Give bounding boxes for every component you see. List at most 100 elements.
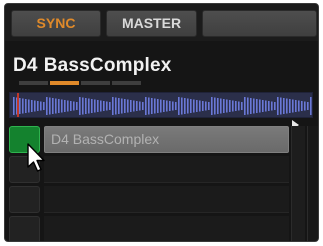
page-indicator	[5, 81, 318, 85]
sample-slot-2[interactable]	[44, 156, 289, 183]
waveform-bar	[241, 102, 243, 110]
waveform-bar	[259, 99, 261, 113]
waveform-bar	[151, 98, 153, 114]
waveform-bar	[91, 99, 93, 113]
waveform-bar	[187, 98, 189, 114]
slot-trigger-button-4[interactable]	[9, 216, 40, 241]
mouse-pointer-icon	[27, 143, 45, 172]
waveform-bar	[205, 101, 207, 111]
waveform-bar	[208, 102, 210, 110]
waveform-bar	[172, 101, 174, 111]
waveform-bar	[109, 102, 111, 110]
waveform-bar	[166, 100, 168, 112]
waveform-bar	[163, 100, 165, 112]
waveform-bar	[298, 100, 300, 112]
deck-key: D4	[13, 55, 38, 76]
waveform-bar	[178, 97, 180, 115]
waveform-bar	[67, 100, 69, 112]
master-button[interactable]: MASTER	[106, 10, 197, 37]
waveform-bar	[262, 100, 264, 112]
waveform-bar	[133, 100, 135, 112]
sample-slot-4[interactable]	[44, 216, 289, 241]
waveform-bar	[292, 99, 294, 113]
sample-slot-3[interactable]	[44, 186, 289, 213]
waveform-bar	[154, 98, 156, 114]
page-indicator-segment-active	[50, 81, 79, 85]
waveform-bar	[247, 97, 249, 115]
waveform-bar	[190, 99, 192, 113]
waveform-bar	[103, 101, 105, 111]
deck-toolbar: SYNC MASTER	[5, 4, 318, 41]
waveform-bar	[295, 100, 297, 112]
waveform-bar	[124, 99, 126, 113]
slot-trigger-button-3[interactable]	[9, 186, 40, 213]
waveform-bar	[76, 102, 78, 110]
waveform-bar	[100, 100, 102, 112]
waveform-bar	[58, 99, 60, 113]
waveform-bar	[304, 101, 306, 111]
waveform-bar	[244, 97, 246, 115]
waveform-bar	[238, 101, 240, 111]
waveform-bar	[46, 97, 48, 115]
waveform-bar	[37, 101, 39, 111]
waveform-bar	[160, 99, 162, 113]
waveform-bar	[214, 97, 216, 115]
side-strip	[307, 126, 318, 241]
waveform-bar	[232, 100, 234, 112]
waveform-bar	[202, 101, 204, 111]
empty-toolbar-button[interactable]	[202, 10, 317, 37]
waveform-bar	[280, 97, 282, 115]
waveform-bar	[61, 99, 63, 113]
waveform-bar	[196, 100, 198, 112]
deck-title: D4 BassComplex	[13, 55, 172, 77]
waveform-bar	[250, 98, 252, 114]
sample-slot-label: D4 BassComplex	[51, 131, 160, 147]
waveform-bar	[64, 100, 66, 112]
waveform-bar	[112, 97, 114, 115]
waveform-bar	[307, 102, 309, 110]
waveform-bar	[130, 100, 132, 112]
sample-slot-1[interactable]: D4 BassComplex	[44, 126, 289, 153]
waveform-bar	[70, 101, 72, 111]
waveform-bar	[142, 102, 144, 110]
waveform-bar	[73, 101, 75, 111]
waveform-bar	[121, 98, 123, 114]
waveform-bar	[115, 97, 117, 115]
sample-slot-grid: D4 BassComplex	[9, 126, 289, 241]
waveform-bar	[136, 101, 138, 111]
slot-scrollbar[interactable]	[291, 126, 305, 241]
waveform-bar	[79, 97, 81, 115]
waveform-bar	[169, 101, 171, 111]
waveform-bar	[139, 101, 141, 111]
waveform-bar	[223, 99, 225, 113]
waveform-bar	[211, 97, 213, 115]
waveform-bar	[175, 102, 177, 110]
waveform-bar	[226, 99, 228, 113]
waveform-bar	[157, 99, 159, 113]
waveform-bar	[43, 102, 45, 110]
waveform-bar	[271, 101, 273, 111]
waveform-bar	[181, 97, 183, 115]
waveform-bar	[199, 100, 201, 112]
waveform-bar	[40, 101, 42, 111]
deck-name: BassComplex	[43, 55, 172, 76]
waveform-bar	[13, 97, 15, 115]
waveform-bar	[97, 100, 99, 112]
waveform-bar	[52, 98, 54, 114]
waveform-bar	[94, 99, 96, 113]
waveform-bar	[88, 98, 90, 114]
waveform-bar	[34, 100, 36, 112]
waveform-bar	[217, 98, 219, 114]
waveform-bar	[184, 98, 186, 114]
waveform-overview[interactable]	[9, 92, 313, 118]
waveform-bar	[55, 98, 57, 114]
waveform-graphic	[13, 93, 312, 117]
waveform-bar	[82, 97, 84, 115]
waveform-bar	[220, 98, 222, 114]
sync-button[interactable]: SYNC	[11, 10, 101, 37]
waveform-bar	[22, 98, 24, 114]
waveform-bar	[49, 97, 51, 115]
waveform-bar	[235, 101, 237, 111]
waveform-bar	[127, 99, 129, 113]
remix-deck-panel: SYNC MASTER D4 BassComplex D4 BassComplex	[4, 3, 319, 242]
